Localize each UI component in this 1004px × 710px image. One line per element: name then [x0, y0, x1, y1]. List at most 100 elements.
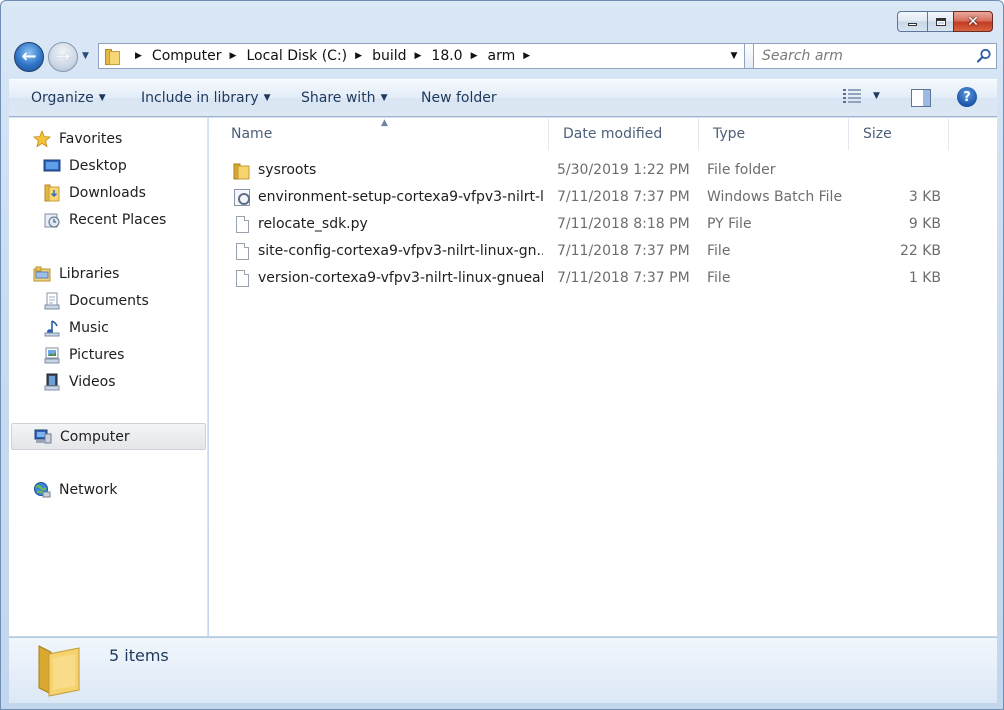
forward-arrow-icon: →: [55, 46, 71, 67]
recent-pages-dropdown[interactable]: ▼: [82, 51, 89, 61]
organize-label: Organize: [31, 90, 94, 106]
table-row[interactable]: relocate_sdk.py 7/11/2018 8:18 PM PY Fil…: [225, 213, 955, 237]
address-dropdown-icon[interactable]: ▼: [724, 51, 744, 61]
navigation-pane: Favorites Desktop Downloads Recent Place…: [9, 118, 208, 636]
sidebar-item-documents[interactable]: Documents: [43, 289, 149, 313]
sidebar-item-label: Music: [69, 320, 109, 336]
batch-file-icon: [233, 189, 251, 207]
details-pane: 5 items: [9, 637, 997, 703]
sidebar-item-pictures[interactable]: Pictures: [43, 343, 124, 367]
file-name: environment-setup-cortexa9-vfpv3-nilrt-l…: [258, 189, 543, 205]
address-bar[interactable]: ▶ Computer ▶ Local Disk (C:) ▶ build ▶ 1…: [98, 43, 745, 69]
sidebar-item-label: Libraries: [59, 266, 120, 282]
file-date-modified: 5/30/2019 1:22 PM: [557, 162, 690, 178]
videos-icon: [43, 373, 61, 391]
file-name: version-cortexa9-vfpv3-nilrt-linux-gnuea…: [258, 270, 543, 286]
include-in-library-button[interactable]: Include in library ▼: [141, 90, 271, 106]
table-row[interactable]: environment-setup-cortexa9-vfpv3-nilrt-l…: [225, 186, 955, 210]
star-icon: [33, 130, 51, 148]
help-button[interactable]: ?: [957, 87, 977, 107]
sidebar-item-downloads[interactable]: Downloads: [43, 181, 146, 205]
sidebar-item-label: Recent Places: [69, 212, 167, 228]
downloads-icon: [43, 184, 61, 202]
column-header-label: Type: [713, 126, 746, 142]
organize-button[interactable]: Organize ▼: [31, 90, 106, 106]
chevron-right-icon[interactable]: ▶: [230, 51, 237, 61]
recent-places-icon: [43, 211, 61, 229]
breadcrumb-local-disk[interactable]: Local Disk (C:): [246, 48, 347, 64]
file-type: File: [707, 243, 731, 259]
forward-button[interactable]: →: [48, 42, 78, 72]
file-size: 1 KB: [908, 270, 941, 286]
sidebar-item-label: Network: [59, 482, 118, 498]
sidebar-item-computer[interactable]: Computer: [11, 423, 206, 450]
chevron-right-icon[interactable]: ▶: [355, 51, 362, 61]
share-with-label: Share with: [301, 90, 376, 106]
chevron-down-icon: ▼: [380, 93, 388, 103]
breadcrumb-computer[interactable]: Computer: [152, 48, 222, 64]
breadcrumb-arm[interactable]: arm: [488, 48, 516, 64]
sidebar-item-label: Documents: [69, 293, 149, 309]
sidebar-item-network[interactable]: Network: [33, 478, 117, 502]
preview-pane-button[interactable]: [911, 89, 931, 107]
chevron-right-icon[interactable]: ▶: [471, 51, 478, 61]
file-name: relocate_sdk.py: [258, 216, 368, 232]
column-header-type[interactable]: Type: [699, 118, 849, 150]
file-size: 3 KB: [908, 189, 941, 205]
table-row[interactable]: site-config-cortexa9-vfpv3-nilrt-linux-g…: [225, 240, 955, 264]
folder-icon: [35, 642, 87, 698]
libraries-icon: [33, 265, 51, 283]
sidebar-item-label: Pictures: [69, 347, 125, 363]
back-arrow-icon: ←: [21, 46, 37, 67]
sidebar-item-desktop[interactable]: Desktop: [43, 154, 127, 178]
column-header-label: Name: [231, 126, 273, 142]
share-with-button[interactable]: Share with ▼: [301, 90, 387, 106]
file-icon: [233, 216, 251, 234]
file-date-modified: 7/11/2018 7:37 PM: [557, 243, 690, 259]
pictures-icon: [43, 346, 61, 364]
file-size: 9 KB: [908, 216, 941, 232]
sidebar-item-label: Downloads: [69, 185, 146, 201]
sidebar-item-music[interactable]: Music: [43, 316, 109, 340]
file-type: File: [707, 270, 731, 286]
chevron-right-icon[interactable]: ▶: [415, 51, 422, 61]
explorer-window: ✕ ← → ▼ ▶ Computer ▶ Local Disk (C:) ▶ b…: [0, 0, 1004, 710]
new-folder-button[interactable]: New folder: [421, 90, 497, 106]
sidebar-item-recent-places[interactable]: Recent Places: [43, 208, 166, 232]
table-row[interactable]: sysroots 5/30/2019 1:22 PM File folder: [225, 159, 955, 183]
breadcrumb-build[interactable]: build: [372, 48, 406, 64]
sidebar-item-libraries[interactable]: Libraries: [33, 262, 119, 286]
item-count: 5 items: [109, 646, 169, 665]
close-button[interactable]: ✕: [953, 11, 993, 32]
search-box: [753, 43, 997, 69]
back-button[interactable]: ←: [14, 42, 44, 72]
sidebar-item-label: Videos: [69, 374, 116, 390]
change-view-button[interactable]: ▼: [843, 88, 880, 104]
chevron-right-icon[interactable]: ▶: [523, 51, 530, 61]
file-icon: [233, 270, 251, 288]
search-icon[interactable]: [972, 48, 996, 64]
column-header-size[interactable]: Size: [849, 118, 949, 150]
minimize-button[interactable]: [897, 11, 927, 32]
sidebar-item-label: Computer: [60, 428, 130, 445]
file-date-modified: 7/11/2018 7:37 PM: [557, 189, 690, 205]
chevron-down-icon: ▼: [263, 93, 271, 103]
search-input[interactable]: [754, 45, 972, 67]
maximize-icon: [935, 17, 946, 26]
minimize-icon: [908, 23, 917, 26]
file-name: sysroots: [258, 162, 317, 178]
sidebar-item-videos[interactable]: Videos: [43, 370, 116, 394]
table-row[interactable]: version-cortexa9-vfpv3-nilrt-linux-gnuea…: [225, 267, 955, 291]
include-in-library-label: Include in library: [141, 90, 259, 106]
maximize-button[interactable]: [927, 11, 953, 32]
command-bar: Organize ▼ Include in library ▼ Share with…: [9, 79, 997, 117]
breadcrumb-18-0[interactable]: 18.0: [431, 48, 462, 64]
file-type: Windows Batch File: [707, 189, 843, 205]
sidebar-item-favorites[interactable]: Favorites: [33, 127, 122, 151]
documents-icon: [43, 292, 61, 310]
music-icon: [43, 319, 61, 337]
file-type: File folder: [707, 162, 776, 178]
column-header-name[interactable]: Name: [217, 118, 549, 150]
chevron-right-icon[interactable]: ▶: [135, 51, 142, 61]
column-header-date-modified[interactable]: Date modified: [549, 118, 699, 150]
